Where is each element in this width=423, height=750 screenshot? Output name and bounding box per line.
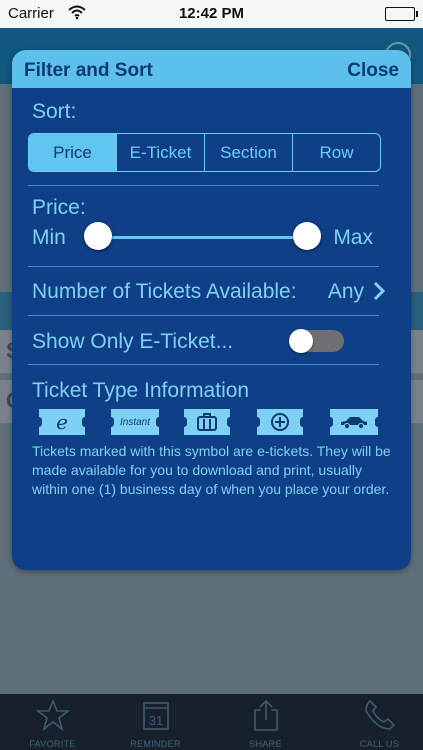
price-max-handle[interactable] bbox=[293, 222, 321, 250]
calendar-icon-text: 31 bbox=[148, 713, 162, 728]
status-bar: Carrier 12:42 PM bbox=[0, 0, 423, 28]
close-button[interactable]: Close bbox=[347, 60, 399, 82]
tab-call-us[interactable]: CALL US bbox=[327, 694, 423, 750]
share-icon bbox=[213, 698, 318, 734]
price-min-handle[interactable] bbox=[84, 222, 112, 250]
toggle-knob bbox=[289, 329, 313, 353]
modal-header: Filter and Sort Close bbox=[12, 50, 411, 88]
divider bbox=[28, 315, 379, 316]
tab-reminder[interactable]: 31 REMINDER bbox=[103, 694, 208, 750]
eticket-only-label: Show Only E-Ticket... bbox=[32, 330, 234, 353]
sort-option-eticket[interactable]: E-Ticket bbox=[116, 134, 204, 171]
sort-option-row[interactable]: Row bbox=[292, 134, 380, 171]
sort-option-price[interactable]: Price bbox=[29, 134, 116, 171]
e-ticket-icon[interactable]: e bbox=[36, 409, 88, 435]
divider bbox=[28, 364, 379, 365]
divider bbox=[28, 266, 379, 267]
instant-ticket-icon-text: Instant bbox=[119, 416, 151, 428]
e-ticket-icon-text: e bbox=[56, 410, 68, 434]
car-icon[interactable] bbox=[327, 409, 381, 435]
clock: 12:42 PM bbox=[178, 5, 245, 22]
tab-label: SHARE bbox=[249, 739, 282, 749]
eticket-only-toggle[interactable] bbox=[289, 329, 344, 353]
price-slider-track[interactable] bbox=[100, 236, 306, 239]
ticket-type-label: Ticket Type Information bbox=[32, 379, 250, 402]
tab-label: FAVORITE bbox=[29, 739, 76, 749]
tab-bar: FAVORITE 31 REMINDER SHARE CALL US bbox=[0, 694, 423, 750]
sort-label: Sort: bbox=[32, 100, 77, 123]
tab-label: REMINDER bbox=[130, 739, 181, 749]
tab-share[interactable]: SHARE bbox=[213, 694, 318, 750]
briefcase-icon[interactable] bbox=[181, 409, 233, 435]
price-min-label: Min bbox=[32, 226, 66, 249]
sort-segmented-control: Price E-Ticket Section Row bbox=[28, 133, 381, 172]
chevron-right-icon[interactable] bbox=[373, 280, 385, 302]
tab-favorite[interactable]: FAVORITE bbox=[0, 694, 105, 750]
divider bbox=[28, 185, 379, 186]
star-icon bbox=[0, 698, 105, 734]
battery-icon bbox=[385, 7, 418, 21]
instant-ticket-icon[interactable]: Instant bbox=[108, 409, 162, 435]
tickets-available-label: Number of Tickets Available: bbox=[32, 280, 297, 303]
phone-icon bbox=[327, 698, 423, 734]
filter-sort-modal: Filter and Sort Close Sort: Price E-Tick… bbox=[12, 50, 411, 570]
tickets-available-value[interactable]: Any bbox=[328, 280, 364, 304]
modal-title: Filter and Sort bbox=[24, 60, 153, 81]
plus-circle-icon[interactable] bbox=[254, 409, 306, 435]
ticket-type-info-text: Tickets marked with this symbol are e-ti… bbox=[32, 443, 391, 497]
price-max-label: Max bbox=[333, 226, 373, 249]
calendar-icon: 31 bbox=[103, 698, 208, 734]
sort-option-section[interactable]: Section bbox=[204, 134, 292, 171]
price-label: Price: bbox=[32, 196, 86, 219]
tab-label: CALL US bbox=[359, 739, 400, 749]
